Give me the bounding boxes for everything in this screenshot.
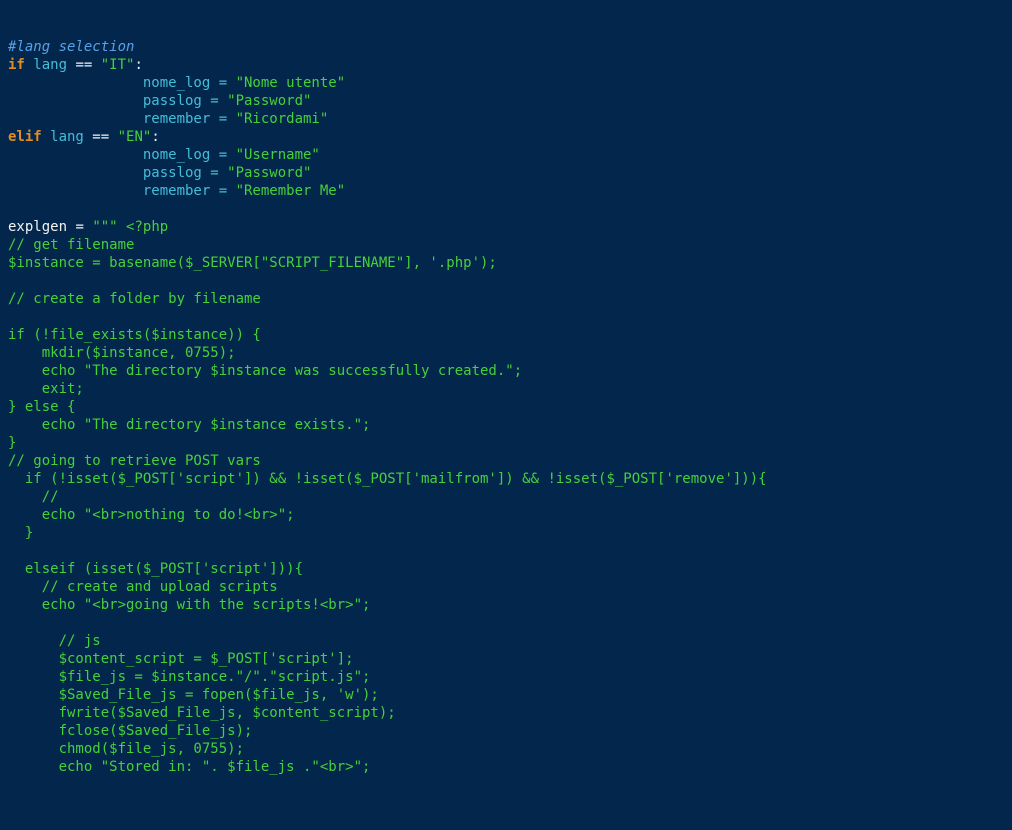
code-token: } (8, 525, 33, 541)
code-token: // (8, 489, 59, 505)
code-token: echo "Stored in: ". $file_js ."<br>"; (8, 759, 370, 775)
code-token: // create and upload scripts (8, 579, 278, 595)
code-token: "Password" (227, 93, 311, 109)
code-token: "Username" (236, 147, 320, 163)
code-token: if (!isset($_POST['script']) && !isset($… (8, 471, 767, 487)
code-block: #lang selection if lang == "IT": nome_lo… (8, 38, 1004, 776)
code-token: echo "<br>nothing to do!<br>"; (8, 507, 295, 523)
code-token: nome_log = (8, 75, 236, 91)
code-token: : (151, 129, 159, 145)
code-token: passlog = (8, 93, 227, 109)
code-token: explgen (8, 219, 75, 235)
code-token: == (75, 57, 92, 73)
code-token: lang (25, 57, 76, 73)
code-token: echo "<br>going with the scripts!<br>"; (8, 597, 370, 613)
code-token: "Ricordami" (236, 111, 329, 127)
code-token: "Password" (227, 165, 311, 181)
code-token: $instance = basename($_SERVER["SCRIPT_FI… (8, 255, 497, 271)
code-token: passlog = (8, 165, 227, 181)
code-token: exit; (8, 381, 84, 397)
code-token: "IT" (101, 57, 135, 73)
code-token: } (8, 435, 16, 451)
code-token: $file_js = $instance."/"."script.js"; (8, 669, 370, 685)
code-token: fwrite($Saved_File_js, $content_script); (8, 705, 396, 721)
code-token: echo "The directory $instance was succes… (8, 363, 522, 379)
code-token: $content_script = $_POST['script']; (8, 651, 354, 667)
code-token: if (8, 57, 25, 73)
code-token: // going to retrieve POST vars (8, 453, 261, 469)
code-token: mkdir($instance, 0755); (8, 345, 236, 361)
code-token: """ <?php (92, 219, 168, 235)
code-token: lang (42, 129, 93, 145)
code-token: if (!file_exists($instance)) { (8, 327, 261, 343)
code-token: "Nome utente" (236, 75, 346, 91)
code-token: // create a folder by filename (8, 291, 261, 307)
code-token: elseif (isset($_POST['script'])){ (8, 561, 303, 577)
code-token: fclose($Saved_File_js); (8, 723, 252, 739)
code-token: "Remember Me" (236, 183, 346, 199)
code-token: // get filename (8, 237, 134, 253)
code-token (109, 129, 117, 145)
code-token: elif (8, 129, 42, 145)
code-token (92, 57, 100, 73)
code-token: chmod($file_js, 0755); (8, 741, 244, 757)
code-token: #lang selection (8, 39, 134, 55)
code-token: == (92, 129, 109, 145)
code-token: // js (8, 633, 101, 649)
code-token: = (75, 219, 83, 235)
code-token: nome_log = (8, 147, 236, 163)
code-token: $Saved_File_js = fopen($file_js, 'w'); (8, 687, 379, 703)
code-token: : (134, 57, 142, 73)
code-token: remember = (8, 183, 236, 199)
code-token: remember = (8, 111, 236, 127)
code-token: "EN" (118, 129, 152, 145)
code-token: echo "The directory $instance exists."; (8, 417, 370, 433)
code-token: } else { (8, 399, 75, 415)
